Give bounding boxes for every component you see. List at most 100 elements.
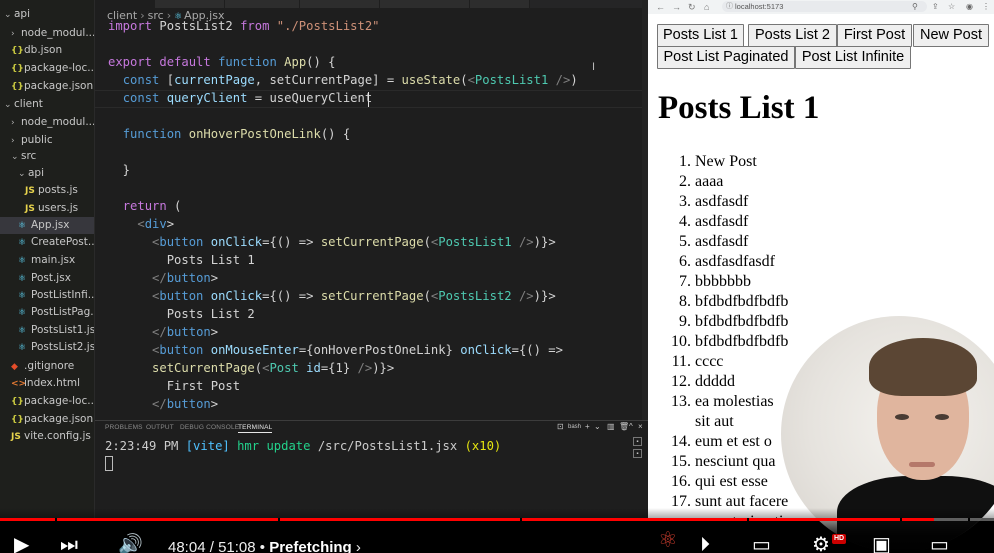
tree-item-package-json[interactable]: {}package.json: [0, 78, 94, 95]
menu-icon[interactable]: ⋮: [982, 2, 990, 11]
tab-terminal[interactable]: TERMINAL: [238, 424, 273, 433]
code-line[interactable]: setCurrentPage(<Post id={1} />)}>: [108, 359, 394, 377]
tab-other-2[interactable]: [225, 0, 300, 8]
code-line[interactable]: First Post: [108, 377, 240, 395]
maximize-panel-icon[interactable]: ^: [629, 422, 633, 431]
tree-item-api[interactable]: ⌄ api: [0, 165, 94, 182]
list-item-title: asdfasdfasdf: [695, 253, 775, 270]
tree-item-db-json[interactable]: {}db.json: [0, 42, 94, 59]
posts-list-2-button[interactable]: Posts List 2: [748, 24, 837, 47]
new-post-button[interactable]: New Post: [913, 24, 989, 47]
terminal-shell-icon[interactable]: ⊡: [557, 422, 564, 431]
code-line[interactable]: }: [108, 161, 130, 179]
tree-item-vite-config-js[interactable]: JS vite.config.js: [0, 428, 94, 445]
tree-item--gitignore[interactable]: ◆ .gitignore: [0, 358, 94, 375]
tree-item-post-jsx[interactable]: ⚛ Post.jsx: [0, 270, 94, 287]
tree-item-client[interactable]: ⌄ client: [0, 96, 94, 113]
chapter-title[interactable]: Prefetching: [269, 539, 352, 553]
chevron-down-icon[interactable]: ⌄: [594, 422, 601, 431]
code-line[interactable]: Posts List 2: [108, 305, 255, 323]
home-icon[interactable]: ⌂: [704, 1, 709, 13]
share-icon[interactable]: ⇪: [932, 2, 939, 11]
list-item: 1. New Post: [648, 152, 757, 172]
info-icon[interactable]: ⓘ: [726, 1, 733, 12]
code-line[interactable]: </button>: [108, 323, 218, 341]
tree-item-package-loc-[interactable]: {}package-loc...: [0, 60, 94, 77]
chevron-right-icon[interactable]: ›: [356, 539, 361, 553]
list-item-title: eum et est o: [695, 433, 772, 450]
tree-item-node-modul-[interactable]: › node_modul...: [0, 114, 94, 131]
tree-item-label: CreatePost....: [31, 236, 95, 248]
theater-mode-icon[interactable]: ▭: [930, 535, 949, 553]
code-line[interactable]: <button onClick={() => setCurrentPage(<P…: [108, 233, 556, 251]
code-line[interactable]: return (: [108, 197, 182, 215]
miniplayer-icon[interactable]: ▣: [872, 535, 891, 553]
tab-output[interactable]: OUTPUT: [146, 424, 174, 431]
tab-app-jsx[interactable]: [95, 0, 155, 8]
back-icon[interactable]: ←: [656, 1, 665, 13]
tree-item-index-html[interactable]: <>index.html: [0, 375, 94, 392]
settings-gear-icon[interactable]: ⚙: [812, 535, 830, 553]
address-bar[interactable]: ⓘ localhost:5173: [722, 1, 927, 12]
tree-item-postslist2-jsx[interactable]: ⚛ PostsList2.jsx: [0, 339, 94, 356]
code-line[interactable]: export default function App() {: [108, 53, 336, 71]
list-item-title: ea molestias: [695, 393, 774, 410]
tree-item-main-jsx[interactable]: ⚛ main.jsx: [0, 252, 94, 269]
split-terminal-icon[interactable]: ▥: [607, 422, 615, 431]
tree-item-public[interactable]: › public: [0, 132, 94, 149]
tab-debug-console[interactable]: DEBUG CONSOLE: [180, 424, 239, 431]
code-line[interactable]: import PostsList2 from "./PostsList2": [108, 17, 380, 35]
chevron-down-icon: ⌄: [18, 169, 26, 179]
terminal-side-button[interactable]: ▪: [633, 437, 642, 446]
list-item-number: 7.: [679, 273, 691, 290]
tree-item-postlistinfi-[interactable]: ⚛ PostListInfi...: [0, 287, 95, 304]
tab-other-4[interactable]: [380, 0, 470, 8]
tree-item-app-jsx[interactable]: ⚛ App.jsx: [0, 217, 94, 234]
forward-icon[interactable]: →: [672, 1, 681, 13]
first-post-button[interactable]: First Post: [837, 24, 912, 47]
tree-item-label: PostListInfi...: [31, 289, 95, 301]
tree-item-node-modul-[interactable]: › node_modul...: [0, 25, 94, 42]
tree-item-package-loc-[interactable]: {}package-loc...: [0, 393, 94, 410]
tab-other-3[interactable]: [300, 0, 380, 8]
code-line[interactable]: Posts List 1: [108, 251, 255, 269]
volume-icon[interactable]: 🔊: [118, 535, 143, 553]
tree-item-label: package.json: [24, 80, 94, 92]
code-editor[interactable]: client › src › ⚛ App.jsx import PostsList2 fr…: [95, 0, 648, 420]
subtitles-icon[interactable]: ▭: [752, 535, 771, 553]
add-terminal-icon[interactable]: +: [585, 422, 590, 431]
shell-label[interactable]: bash: [568, 424, 581, 430]
tree-item-api[interactable]: ⌄ api: [0, 6, 94, 23]
terminal-side-button[interactable]: ▪: [633, 449, 642, 458]
tree-item-src[interactable]: ⌄ src: [0, 148, 94, 165]
tree-item-package-json[interactable]: {}package.json: [0, 411, 94, 428]
close-panel-icon[interactable]: ×: [638, 422, 643, 431]
tree-item-users-js[interactable]: JS users.js: [0, 200, 94, 217]
code-line[interactable]: function onHoverPostOneLink() {: [108, 125, 350, 143]
code-line[interactable]: const queryClient = useQueryClient: [108, 89, 373, 107]
posts-list-1-button[interactable]: Posts List 1: [657, 24, 744, 47]
extension-icon[interactable]: ◉: [966, 2, 973, 11]
tab-other-5[interactable]: [470, 0, 530, 8]
post-list-infinite-button[interactable]: Post List Infinite: [795, 46, 911, 69]
code-line[interactable]: </button>: [108, 395, 218, 413]
code-line[interactable]: const [currentPage, setCurrentPage] = us…: [108, 71, 578, 89]
reload-icon[interactable]: ↻: [688, 1, 696, 13]
tree-item-postlistpag-[interactable]: ⚛ PostListPag...: [0, 304, 94, 321]
post-list-paginated-button[interactable]: Post List Paginated: [657, 46, 795, 69]
autoplay-toggle-icon[interactable]: ⏵: [700, 535, 710, 553]
next-icon[interactable]: ⏭: [60, 535, 78, 553]
trash-icon[interactable]: 🗑: [619, 422, 629, 431]
tab-other-1[interactable]: [155, 0, 225, 8]
play-icon[interactable]: ▶: [14, 535, 29, 553]
tree-item-posts-js[interactable]: JS posts.js: [0, 182, 94, 199]
bookmark-star-icon[interactable]: ☆: [948, 2, 955, 11]
code-line[interactable]: <div>: [108, 215, 174, 233]
tree-item-postslist1-jsx[interactable]: ⚛ PostsList1.jsx: [0, 322, 94, 339]
code-line[interactable]: <button onMouseEnter={onHoverPostOneLink…: [108, 341, 563, 359]
tree-item-createpost-[interactable]: ⚛ CreatePost....: [0, 234, 95, 251]
code-line[interactable]: </button>: [108, 269, 218, 287]
code-line[interactable]: <button onClick={() => setCurrentPage(<P…: [108, 287, 556, 305]
tab-problems[interactable]: PROBLEMS: [105, 424, 143, 431]
zoom-icon[interactable]: ⚲: [912, 2, 918, 11]
